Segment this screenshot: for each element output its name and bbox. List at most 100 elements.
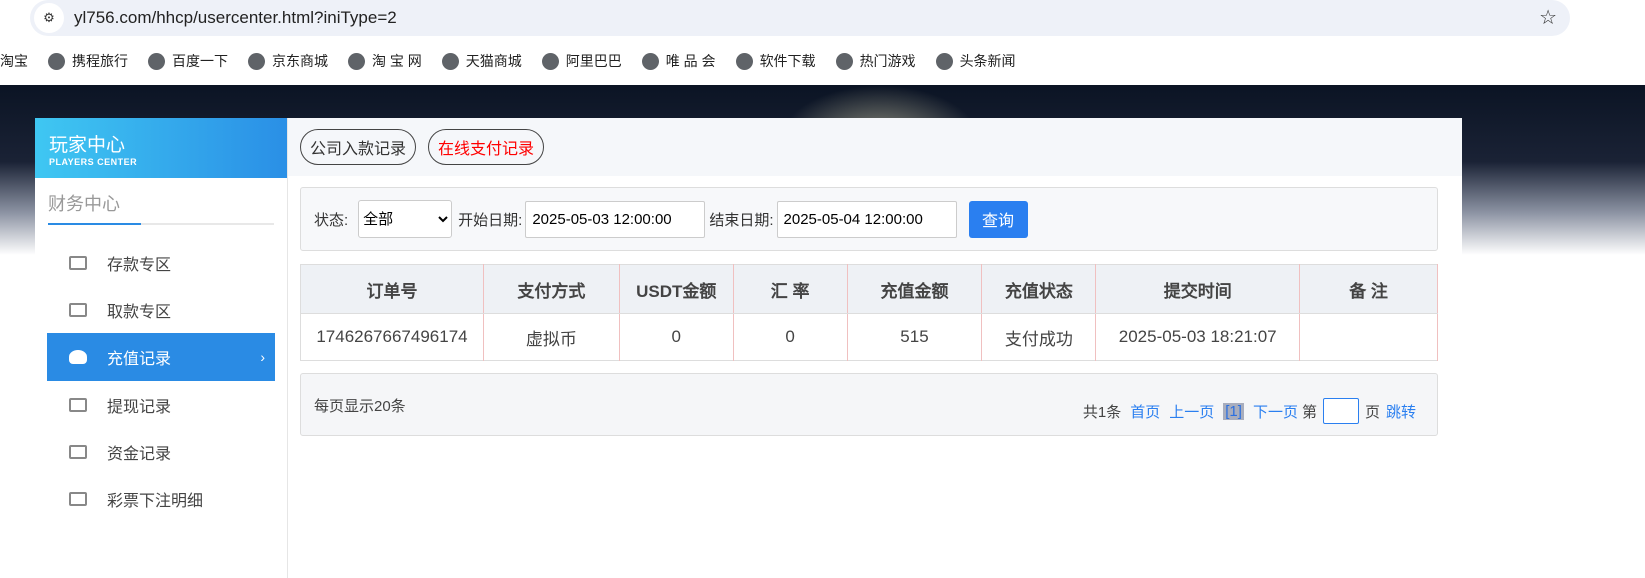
- page-number-input[interactable]: [1322, 398, 1359, 424]
- bookmark-item[interactable]: 京东商城: [248, 51, 328, 71]
- bookmark-favicon-icon: [835, 52, 853, 70]
- prev-page-link[interactable]: 上一页: [1169, 401, 1214, 422]
- sidebar-item[interactable]: 资金记录: [47, 428, 275, 475]
- address-bar[interactable]: ⚙ yl756.com/hhcp/usercenter.html?iniType…: [30, 0, 1570, 36]
- sidebar-item[interactable]: 彩票下注明细: [47, 475, 275, 522]
- bookmark-label: 天猫商城: [465, 53, 522, 69]
- bookmark-item[interactable]: 淘宝: [0, 51, 28, 71]
- column-header: 备 注: [1299, 264, 1438, 314]
- sidebar-item-label: 彩票下注明细: [107, 492, 204, 510]
- column-header: USDT金额: [619, 264, 734, 314]
- bookmark-label: 唯 品 会: [665, 53, 716, 69]
- sidebar-item[interactable]: 存款专区: [47, 239, 275, 286]
- pagination: 每页显示20条 共1条 首页 上一页 [1] 下一页 第 页 跳转: [300, 373, 1438, 436]
- bookmark-star-icon[interactable]: ☆: [1539, 5, 1557, 30]
- site-info-icon[interactable]: ⚙: [34, 3, 64, 33]
- bookmark-label: 热门游戏: [859, 53, 916, 69]
- sidebar-item-label: 充值记录: [107, 351, 172, 368]
- bookmark-label: 淘 宝 网: [372, 53, 422, 69]
- bookmark-label: 软件下载: [759, 53, 816, 69]
- table-row: 174626766749617​4 虚拟币 0 0 515 支付成功 2025-05-03 …: [300, 313, 1438, 361]
- column-header: 充值金额: [847, 264, 983, 314]
- logo-title: 玩家中心: [49, 135, 126, 156]
- bookmark-item[interactable]: 唯 品 会: [641, 51, 716, 71]
- table-cell: 支付成功: [981, 313, 1097, 361]
- column-header: 订单号: [300, 264, 484, 314]
- bookmark-favicon-icon: [935, 52, 953, 70]
- bookmark-favicon-icon: [148, 52, 165, 70]
- sidebar-item[interactable]: 充值记录 ›: [47, 333, 275, 381]
- sidebar-item[interactable]: 取款专区: [47, 286, 275, 333]
- filter-bar: 状态: 全部 开始日期: 结束日期: 查询: [300, 187, 1438, 251]
- bookmark-label: 阿里巴巴: [565, 53, 622, 69]
- logo: 玩家中心 PLAYERS CENTER: [35, 118, 287, 178]
- bookmark-favicon-icon: [641, 52, 659, 70]
- card-icon: [69, 255, 87, 270]
- record-tabs: 公司入款记录 在线支付记录: [288, 118, 1462, 176]
- page-prefix: 第: [1301, 403, 1317, 421]
- sidebar-item[interactable]: 提现记录: [47, 381, 275, 428]
- money-bag-icon: [69, 350, 87, 364]
- sidebar-item-label: 资金记录: [107, 445, 172, 463]
- tab-company-deposit[interactable]: 公司入款记录: [300, 129, 417, 165]
- bookmark-label: 头条新闻: [959, 53, 1016, 69]
- tab-online-payment[interactable]: 在线支付记录: [428, 129, 545, 165]
- column-header: 提交时间: [1095, 264, 1301, 314]
- bookmark-favicon-icon: [248, 52, 265, 70]
- bookmark-item[interactable]: 热门游戏: [835, 51, 916, 71]
- sidebar-item-label: 存款专区: [107, 256, 172, 274]
- table-cell: 0: [733, 313, 848, 361]
- bookmark-label: 京东商城: [272, 53, 328, 69]
- end-date-input[interactable]: [776, 200, 957, 238]
- table-cell: [1299, 313, 1438, 361]
- query-button[interactable]: 查询: [968, 200, 1028, 238]
- wallet-icon: [69, 397, 87, 412]
- bookmark-item[interactable]: 天猫商城: [441, 51, 522, 71]
- sidebar-item-label: 提现记录: [107, 398, 172, 416]
- bookmark-label: 携程旅行: [72, 53, 128, 69]
- sidebar: 玩家中心 PLAYERS CENTER 财务中心 存款专区取款专区充值记录 › 提现…: [35, 118, 288, 578]
- records-table: 订单号 支付方式 USDT金额汇 率充值金额 充值状态 提交时间备 注 17462676…: [300, 264, 1438, 361]
- list-icon: [69, 491, 87, 506]
- bookmark-label: 淘宝: [0, 53, 28, 69]
- bookmark-item[interactable]: 阿里巴巴: [541, 51, 622, 71]
- bookmark-item[interactable]: 携程旅行: [48, 51, 128, 71]
- cash-icon: [69, 444, 87, 459]
- first-page-link[interactable]: 首页: [1130, 401, 1160, 422]
- table-cell: 虚拟币: [483, 313, 620, 361]
- logo-subtitle: PLAYERS CENTER: [49, 157, 138, 167]
- section-title: 财务中心: [48, 190, 274, 225]
- bookmarks-bar: 淘宝 携程旅行 百度一下 京东商城 淘 宝 网 天猫商城 阿里巴巴 唯 品 会 软件下载 热门游戏…: [0, 44, 1036, 78]
- start-date-input[interactable]: [525, 200, 706, 238]
- bookmark-label: 百度一下: [172, 53, 228, 69]
- jump-link[interactable]: 跳转: [1386, 401, 1416, 422]
- table-cell: 0: [619, 313, 734, 361]
- sidebar-item-label: 取款专区: [107, 303, 172, 321]
- status-select[interactable]: 全部: [358, 200, 453, 238]
- bookmark-favicon-icon: [541, 52, 559, 70]
- end-date-label: 结束日期:: [709, 211, 774, 229]
- next-page-link[interactable]: 下一页: [1253, 401, 1298, 422]
- url-text[interactable]: yl756.com/hhcp/usercenter.html?iniType=2: [74, 8, 397, 28]
- table-cell: 515: [847, 313, 983, 361]
- sidebar-menu: 存款专区取款专区充值记录 › 提现记录资金记录彩票下注明细: [47, 239, 275, 522]
- start-date-label: 开始日期:: [458, 211, 523, 229]
- bookmark-favicon-icon: [735, 52, 753, 70]
- bookmark-favicon-icon: [441, 52, 459, 70]
- column-header: 充值状态: [981, 264, 1097, 314]
- table-cell: 174626766749617​4: [300, 313, 484, 361]
- bookmark-favicon-icon: [48, 52, 65, 70]
- hand-cash-icon: [69, 302, 87, 317]
- bookmark-item[interactable]: 百度一下: [148, 51, 228, 71]
- column-header: 汇 率: [733, 264, 848, 314]
- chevron-right-icon: ›: [260, 349, 265, 365]
- bookmark-item[interactable]: 淘 宝 网: [348, 51, 422, 71]
- status-label: 状态:: [314, 211, 349, 229]
- per-page-text: 每页显示20条: [314, 398, 406, 415]
- bookmark-item[interactable]: 头条新闻: [935, 51, 1016, 71]
- column-header: 支付方式: [483, 264, 620, 314]
- table-cell: 2025-05-03 18:21:07: [1095, 313, 1301, 361]
- bookmark-favicon-icon: [348, 52, 365, 70]
- current-page[interactable]: [1]: [1223, 402, 1244, 420]
- bookmark-item[interactable]: 软件下载: [735, 51, 816, 71]
